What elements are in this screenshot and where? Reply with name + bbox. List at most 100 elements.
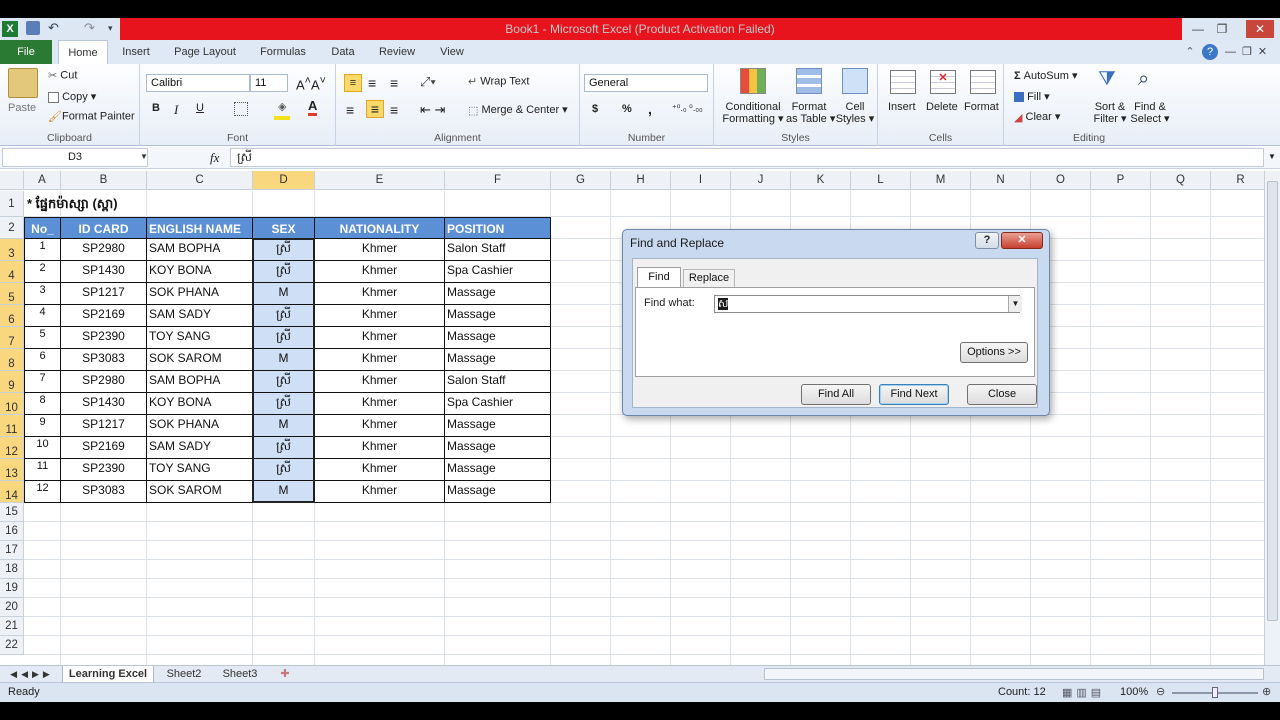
dialog-close-x-button[interactable]: ✕ bbox=[1001, 232, 1043, 249]
cell-position[interactable]: Salon Staff bbox=[445, 371, 551, 393]
row-header-21[interactable]: 21 bbox=[0, 617, 24, 636]
workbook-window-controls[interactable]: —❐✕ bbox=[1224, 40, 1274, 64]
select-all-corner[interactable] bbox=[0, 171, 24, 190]
view-buttons-icon[interactable]: ▦▥▤ bbox=[1062, 686, 1105, 699]
tab-review[interactable]: Review bbox=[374, 40, 420, 64]
zoom-in-icon[interactable]: ⊕ bbox=[1262, 685, 1271, 698]
cell-no[interactable]: 12 bbox=[24, 481, 61, 503]
ribbon-collapse-icon[interactable]: ⌃ bbox=[1182, 40, 1198, 64]
find-next-button[interactable]: Find Next bbox=[879, 384, 949, 405]
row-header-11[interactable]: 11 bbox=[0, 415, 24, 437]
cell-sex[interactable]: ស្រី bbox=[253, 459, 315, 481]
sort-filter-button[interactable]: Sort & Filter ▾ bbox=[1090, 101, 1130, 125]
cell-position[interactable]: Massage bbox=[445, 481, 551, 503]
font-name-select[interactable]: Calibri bbox=[146, 74, 250, 92]
conditional-formatting-button[interactable]: Conditional Formatting ▾ bbox=[720, 101, 786, 125]
find-history-dropdown-icon[interactable]: ▼ bbox=[1008, 296, 1022, 312]
formula-expand-icon[interactable]: ▼ bbox=[1268, 152, 1276, 161]
cell-id-card[interactable]: SP3083 bbox=[61, 481, 147, 503]
cell-id-card[interactable]: SP2980 bbox=[61, 239, 147, 261]
sheet-title-cell[interactable]: * ផ្នែកម៉ាស្សា (ស្ពា) bbox=[25, 191, 225, 217]
cell-nationality[interactable]: Khmer bbox=[315, 371, 445, 393]
cell-id-card[interactable]: SP2390 bbox=[61, 459, 147, 481]
column-header-i[interactable]: I bbox=[671, 171, 731, 190]
find-all-button[interactable]: Find All bbox=[801, 384, 871, 405]
cell-nationality[interactable]: Khmer bbox=[315, 283, 445, 305]
tab-page-layout[interactable]: Page Layout bbox=[168, 40, 242, 64]
cell-sex[interactable]: M bbox=[253, 415, 315, 437]
fill-color-icon[interactable] bbox=[274, 116, 290, 120]
autosum-button[interactable]: Σ AutoSum ▾ bbox=[1014, 69, 1078, 82]
cell-english-name[interactable]: SOK SAROM bbox=[147, 349, 253, 371]
cell-english-name[interactable]: KOY BONA bbox=[147, 393, 253, 415]
row-header-15[interactable]: 15 bbox=[0, 503, 24, 522]
cell-english-name[interactable]: TOY SANG bbox=[147, 459, 253, 481]
cell-no[interactable]: 9 bbox=[24, 415, 61, 437]
cell-english-name[interactable]: SOK PHANA bbox=[147, 415, 253, 437]
cell-styles-icon[interactable] bbox=[842, 68, 868, 94]
cell-id-card[interactable]: SP2169 bbox=[61, 437, 147, 459]
dialog-close-button[interactable]: Close bbox=[967, 384, 1037, 405]
cell-id-card[interactable]: SP1430 bbox=[61, 261, 147, 283]
paint-bucket-icon[interactable]: ◈ bbox=[278, 100, 286, 113]
cell-position[interactable]: Massage bbox=[445, 283, 551, 305]
cell-no[interactable]: 8 bbox=[24, 393, 61, 415]
column-header-l[interactable]: L bbox=[851, 171, 911, 190]
column-header-p[interactable]: P bbox=[1091, 171, 1151, 190]
row-header-13[interactable]: 13 bbox=[0, 459, 24, 481]
cell-english-name[interactable]: TOY SANG bbox=[147, 327, 253, 349]
cell-position[interactable]: Spa Cashier bbox=[445, 261, 551, 283]
options-button[interactable]: Options >> bbox=[960, 342, 1028, 363]
sheet-tab-sheet2[interactable]: Sheet2 bbox=[158, 666, 210, 683]
column-header-a[interactable]: A bbox=[24, 171, 61, 190]
cell-position[interactable]: Massage bbox=[445, 459, 551, 481]
tab-replace-dialog[interactable]: Replace bbox=[683, 269, 735, 287]
zoom-level[interactable]: 100% bbox=[1120, 686, 1148, 698]
find-what-input[interactable]: ស bbox=[714, 295, 1020, 313]
cell-id-card[interactable]: SP2169 bbox=[61, 305, 147, 327]
cell-nationality[interactable]: Khmer bbox=[315, 459, 445, 481]
row-header-8[interactable]: 8 bbox=[0, 349, 24, 371]
borders-icon[interactable] bbox=[234, 102, 248, 116]
cell-nationality[interactable]: Khmer bbox=[315, 305, 445, 327]
cell-position[interactable]: Massage bbox=[445, 349, 551, 371]
percent-button[interactable]: % bbox=[622, 103, 632, 115]
cell-nationality[interactable]: Khmer bbox=[315, 393, 445, 415]
cell-no[interactable]: 5 bbox=[24, 327, 61, 349]
conditional-formatting-icon[interactable] bbox=[740, 68, 766, 94]
row-header-5[interactable]: 5 bbox=[0, 283, 24, 305]
row-header-22[interactable]: 22 bbox=[0, 636, 24, 655]
cell-no[interactable]: 7 bbox=[24, 371, 61, 393]
align-bottom-icon[interactable]: ≡ bbox=[390, 74, 398, 92]
bold-button[interactable]: B bbox=[152, 102, 160, 114]
column-header-m[interactable]: M bbox=[911, 171, 971, 190]
cell-sex[interactable]: M bbox=[253, 349, 315, 371]
cell-sex[interactable]: ស្រី bbox=[253, 239, 315, 261]
cell-sex[interactable]: ស្រី bbox=[253, 327, 315, 349]
header-cell-nationality[interactable]: NATIONALITY bbox=[315, 217, 445, 239]
row-header-7[interactable]: 7 bbox=[0, 327, 24, 349]
zoom-out-icon[interactable]: ⊖ bbox=[1156, 685, 1165, 698]
formula-input[interactable]: ស្រី bbox=[230, 148, 1264, 167]
cell-no[interactable]: 11 bbox=[24, 459, 61, 481]
cell-position[interactable]: Salon Staff bbox=[445, 239, 551, 261]
column-header-k[interactable]: K bbox=[791, 171, 851, 190]
sort-filter-icon[interactable]: ⧩ bbox=[1098, 68, 1116, 91]
sheet-nav-arrows[interactable]: ◀◀▶▶ bbox=[4, 666, 60, 683]
comma-button[interactable]: , bbox=[648, 101, 652, 117]
row-header-12[interactable]: 12 bbox=[0, 437, 24, 459]
decimal-icons[interactable]: ⁺⁰.₀ ⁰.₀₀ bbox=[672, 103, 703, 114]
cell-position[interactable]: Massage bbox=[445, 415, 551, 437]
insert-cells-icon[interactable] bbox=[890, 70, 916, 94]
header-cell-id-card[interactable]: ID CARD bbox=[61, 217, 147, 239]
insert-function-icon[interactable]: fx bbox=[210, 150, 219, 166]
cell-english-name[interactable]: KOY BONA bbox=[147, 261, 253, 283]
insert-button[interactable]: Insert bbox=[888, 101, 916, 113]
align-center-icon[interactable]: ≡ bbox=[366, 100, 384, 118]
cell-id-card[interactable]: SP1217 bbox=[61, 283, 147, 305]
row-header-16[interactable]: 16 bbox=[0, 522, 24, 541]
cell-nationality[interactable]: Khmer bbox=[315, 437, 445, 459]
vertical-scrollbar[interactable] bbox=[1264, 171, 1280, 665]
cell-no[interactable]: 2 bbox=[24, 261, 61, 283]
cell-english-name[interactable]: SAM SADY bbox=[147, 437, 253, 459]
